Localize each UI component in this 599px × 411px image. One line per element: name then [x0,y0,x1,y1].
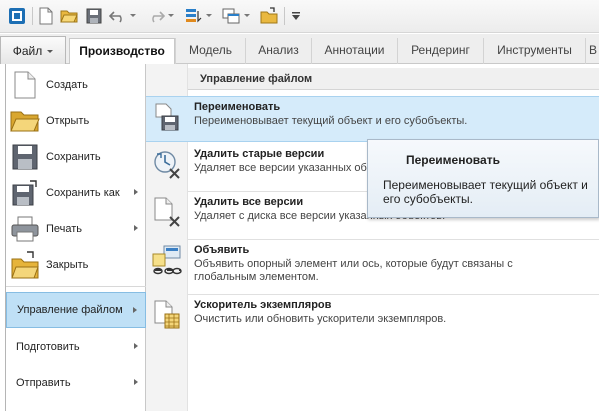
delete-old-versions-icon [150,146,184,182]
chevron-right-icon [134,189,138,195]
open-folder-icon [8,103,42,139]
tooltip: Переименовать Переименовывает текущий об… [367,139,599,218]
ribbon-tabs: Файл Производство Модель Анализ Аннотаци… [0,34,599,65]
close-window-icon[interactable] [260,6,278,26]
new-file-icon[interactable] [38,6,54,26]
menu-item-close-label: Закрыть [46,259,89,271]
close-folder-icon [8,247,42,283]
quick-access-toolbar [0,0,599,33]
menu-item-new-label: Создать [46,79,88,91]
tab-rendering[interactable]: Рендеринг [397,38,483,64]
menu-item-print[interactable]: Печать [6,211,146,247]
chevron-right-icon [133,307,137,313]
chevron-right-icon [134,225,138,231]
submenu-header: Управление файлом [188,68,599,90]
submenu-item-delete-all-versions-title: Удалить все версии [194,196,304,208]
submenu-item-instance-accelerator-title: Ускоритель экземпляров [194,299,332,311]
tab-analysis[interactable]: Анализ [245,38,311,64]
submenu-item-declare[interactable]: Объявить Объявить опорный элемент или ос… [146,240,599,294]
chevron-right-icon [134,343,138,349]
menu-item-print-label: Печать [46,223,83,235]
tab-model[interactable]: Модель [175,38,245,64]
submenu-item-rename-desc: Переименовывает текущий объект и его суб… [194,115,468,127]
menu-item-save-label: Сохранить [46,151,101,163]
file-menu-commands: Создать Открыть Сохранить Сохранить как [6,64,146,411]
tab-file[interactable]: Файл [0,36,66,64]
menu-item-save[interactable]: Сохранить [6,139,146,175]
menu-item-send[interactable]: Отправить [6,365,146,401]
new-document-icon [8,67,42,103]
delete-all-versions-icon [150,194,184,230]
printer-icon [8,211,42,247]
menu-item-prepare[interactable]: Подготовить [6,329,146,365]
menu-item-save-as-label: Сохранить как [46,187,120,199]
menu-item-send-label: Отправить [16,377,71,389]
save-icon[interactable] [86,6,102,26]
open-folder-icon[interactable] [60,6,78,26]
menu-item-close[interactable]: Закрыть [6,247,146,283]
instance-accelerator-icon [150,297,184,333]
file-menu: Создать Открыть Сохранить Сохранить как [5,64,599,411]
menu-item-manage-file-label: Управление файлом [17,304,123,316]
menu-item-prepare-label: Подготовить [16,341,80,353]
submenu-item-instance-accelerator-desc: Очистить или обновить ускорители экземпл… [194,313,447,325]
app-logo-icon[interactable] [8,6,26,26]
submenu-item-delete-old-versions-title: Удалить старые версии [194,148,325,160]
menu-item-save-as[interactable]: Сохранить как [6,175,146,211]
submenu-item-instance-accelerator[interactable]: Ускоритель экземпляров Очистить или обно… [146,295,599,341]
submenu-item-declare-desc: Объявить опорный элемент или ось, которы… [194,258,513,283]
menu-item-manage-file[interactable]: Управление файлом [6,292,146,328]
save-icon [8,139,42,175]
submenu-item-declare-title: Объявить [194,244,250,256]
menu-item-open-label: Открыть [46,115,90,127]
tooltip-title: Переименовать [406,153,500,167]
tooltip-body: Переименовывает текущий объект и его суб… [383,178,588,206]
menu-item-open[interactable]: Открыть [6,103,146,139]
submenu-item-rename[interactable]: Переименовать Переименовывает текущий об… [146,96,599,142]
regenerate-icon[interactable] [184,6,202,26]
save-as-icon [8,175,42,211]
menu-divider [6,286,146,287]
declare-icon [150,242,184,278]
customize-icon[interactable] [291,6,301,26]
manage-file-submenu: Управление файлом Переименовать Переимен… [146,64,599,411]
tab-annotations[interactable]: Аннотации [311,38,397,64]
rename-icon [150,99,184,135]
tab-production[interactable]: Производство [69,38,175,65]
undo-icon[interactable] [109,6,127,26]
tab-file-label: Файл [12,44,43,58]
tab-tools[interactable]: Инструменты [483,38,585,64]
submenu-item-rename-title: Переименовать [194,101,281,113]
chevron-down-icon [47,50,54,54]
tab-view[interactable]: В [585,38,599,64]
menu-item-new[interactable]: Создать [6,67,146,103]
redo-icon[interactable] [147,6,165,26]
windows-icon[interactable] [222,6,240,26]
chevron-right-icon [134,379,138,385]
